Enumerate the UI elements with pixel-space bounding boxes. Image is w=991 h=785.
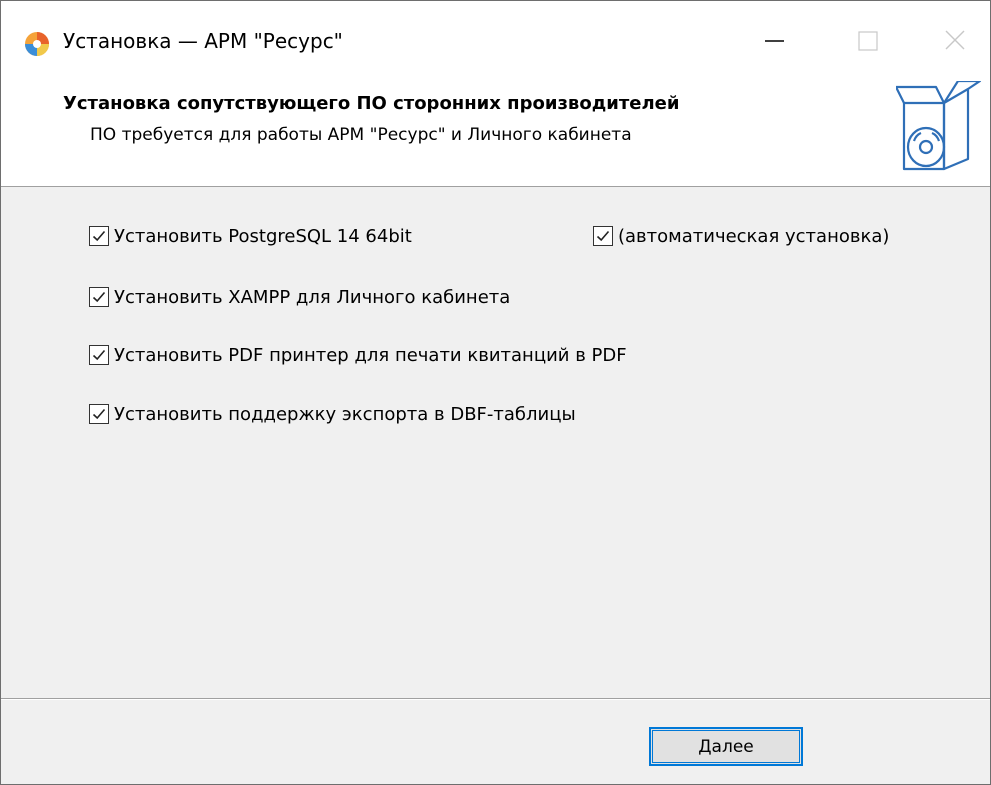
option-label: Установить PDF принтер для печати квитан…: [114, 344, 627, 366]
checkmark-icon: [596, 230, 610, 242]
close-icon: [945, 30, 965, 50]
option-postgresql[interactable]: Установить PostgreSQL 14 64bit: [89, 222, 412, 250]
pdf-printer-checkbox[interactable]: [89, 345, 109, 365]
installer-window: Установка — АРМ "Ресурс" Установка сопут…: [0, 0, 991, 785]
checkmark-icon: [92, 408, 106, 420]
option-label: Установить XAMPP для Личного кабинета: [114, 286, 511, 308]
maximize-button[interactable]: [838, 13, 898, 73]
checkmark-icon: [92, 349, 106, 361]
window-title: Установка — АРМ "Ресурс": [63, 29, 343, 53]
wizard-header: Установка сопутствующего ПО сторонних пр…: [1, 79, 990, 186]
postgresql-checkbox[interactable]: [89, 226, 109, 246]
option-dbf-export[interactable]: Установить поддержку экспорта в DBF-табл…: [89, 400, 576, 428]
title-bar[interactable]: Установка — АРМ "Ресурс": [1, 1, 990, 89]
option-xampp[interactable]: Установить XAMPP для Личного кабинета: [89, 283, 510, 311]
next-button[interactable]: Далее: [649, 727, 803, 766]
close-button[interactable]: [926, 13, 986, 73]
minimize-icon: [765, 40, 784, 42]
maximize-icon: [858, 31, 878, 51]
auto-install-checkbox[interactable]: [593, 226, 613, 246]
option-label: (автоматическая установка): [618, 225, 890, 247]
minimize-button[interactable]: [744, 13, 804, 73]
option-label: Установить PostgreSQL 14 64bit: [114, 225, 412, 247]
option-label: Установить поддержку экспорта в DBF-табл…: [114, 403, 576, 425]
xampp-checkbox[interactable]: [89, 287, 109, 307]
dbf-export-checkbox[interactable]: [89, 404, 109, 424]
checkmark-icon: [92, 291, 106, 303]
option-auto-install[interactable]: (автоматическая установка): [593, 222, 889, 250]
page-title: Установка сопутствующего ПО сторонних пр…: [63, 93, 680, 114]
box-with-disc-icon: [894, 79, 982, 179]
option-pdf-printer[interactable]: Установить PDF принтер для печати квитан…: [89, 341, 627, 369]
checkmark-icon: [92, 230, 106, 242]
header-divider: [1, 186, 990, 187]
page-subtitle: ПО требуется для работы АРМ "Ресурс" и Л…: [90, 125, 632, 145]
footer-divider-highlight: [1, 699, 990, 700]
installer-app-icon: [23, 30, 51, 58]
